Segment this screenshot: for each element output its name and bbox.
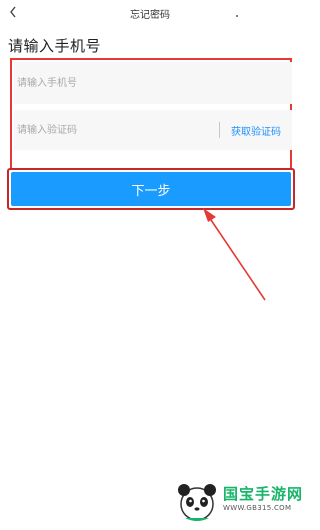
panda-logo-icon [178, 484, 216, 521]
watermark: 国宝手游网 WWW.GB315.COM [175, 480, 302, 525]
annotation-arrow-icon [203, 208, 266, 301]
watermark-url: WWW.GB315.COM [223, 504, 292, 512]
watermark-brand: 国宝手游网 [223, 485, 304, 503]
